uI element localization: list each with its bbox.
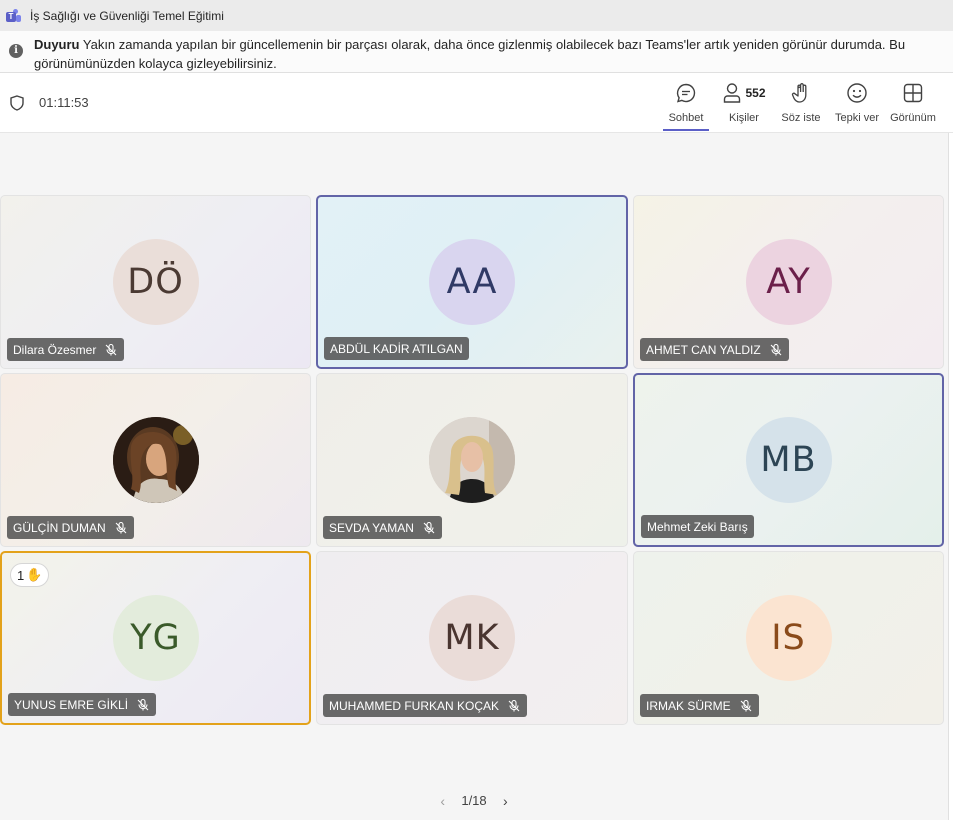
participant-name: Dilara Özesmer [13, 342, 97, 357]
chat-icon [663, 81, 709, 105]
grid-view-icon [888, 81, 938, 105]
participant-tile[interactable]: AY AHMET CAN YALDIZ [633, 195, 944, 369]
raised-hand-order: 1 [17, 567, 25, 583]
react-button[interactable]: Tepki ver [833, 81, 881, 131]
raise-hand-icon [778, 81, 824, 105]
participant-tile[interactable]: MK MUHAMMED FURKAN KOÇAK [316, 551, 628, 725]
participant-name-tag: MUHAMMED FURKAN KOÇAK [323, 694, 528, 717]
participant-tile[interactable]: GÜLÇİN DUMAN [0, 373, 311, 547]
participant-tile[interactable]: 1 ✋ YG YUNUS EMRE GİKLİ [0, 551, 311, 725]
avatar: MK [429, 595, 515, 681]
mic-off-icon [508, 699, 520, 711]
mic-off-icon [770, 343, 782, 355]
chat-label: Sohbet [668, 112, 704, 124]
previous-page-chevron-icon[interactable]: ‹ [434, 793, 452, 809]
participant-tile[interactable]: MB Mehmet Zeki Barış [633, 373, 944, 547]
banner-line-2: görünümünüzden kolayca gizleyebilirsiniz… [34, 56, 277, 71]
react-label: Tepki ver [834, 112, 880, 124]
participant-name-tag: Mehmet Zeki Barış [641, 515, 754, 538]
banner-text: Yakın zamanda yapılan bir güncellemenin … [79, 37, 906, 52]
participant-name-tag: SEVDA YAMAN [323, 516, 442, 539]
avatar: MB [745, 417, 832, 503]
mic-off-icon [137, 698, 149, 710]
raised-hand-icon: ✋ [26, 567, 43, 582]
view-label: Görünüm [890, 112, 936, 124]
participant-name-tag: ABDÜL KADİR ATILGAN [324, 337, 469, 360]
page-indicator: 1/18 [461, 793, 487, 809]
avatar-photo [112, 417, 199, 503]
emoji-icon [833, 81, 881, 105]
avatar: AA [429, 239, 515, 325]
meeting-timer: 01:11:53 [39, 95, 89, 110]
participant-name-tag: YUNUS EMRE GİKLİ [8, 693, 157, 716]
participant-name: GÜLÇİN DUMAN [13, 520, 106, 535]
participant-name: IRMAK SÜRME [646, 698, 731, 713]
info-icon: i [9, 44, 23, 58]
meeting-toolbar: 01:11:53 Sohbet 552 Kişiler Söz iste Tep… [0, 73, 953, 133]
title-bar: T İş Sağlığı ve Güvenliği Temel Eğitimi [0, 0, 953, 31]
announcement-banner: i Duyuru Yakın zamanda yapılan bir günce… [0, 31, 953, 73]
avatar: IS [745, 595, 832, 681]
next-page-chevron-icon[interactable]: › [496, 793, 514, 809]
raise-hand-button[interactable]: Söz iste [778, 81, 824, 131]
participant-name: Mehmet Zeki Barış [647, 519, 748, 534]
people-count: 552 [745, 86, 766, 100]
avatar: AY [745, 239, 832, 325]
participant-name: AHMET CAN YALDIZ [646, 342, 761, 357]
people-label: Kişiler [729, 112, 759, 124]
avatar: DÖ [112, 239, 199, 325]
participant-tile[interactable]: AA ABDÜL KADİR ATILGAN [316, 195, 628, 369]
people-icon [724, 83, 741, 103]
mic-off-icon [423, 521, 435, 533]
teams-logo-icon: T [6, 8, 21, 23]
participant-name-tag: IRMAK SÜRME [640, 694, 759, 717]
participant-name-tag: GÜLÇİN DUMAN [7, 516, 134, 539]
mic-off-icon [115, 521, 127, 533]
people-button[interactable]: 552 Kişiler [718, 81, 770, 131]
avatar: YG [112, 595, 199, 681]
participant-tile[interactable]: SEVDA YAMAN [316, 373, 628, 547]
participant-tile[interactable]: DÖ Dilara Özesmer [0, 195, 311, 369]
view-button[interactable]: Görünüm [888, 81, 938, 131]
participant-name: SEVDA YAMAN [329, 520, 414, 535]
raise-hand-label: Söz iste [781, 112, 821, 124]
shield-icon[interactable] [10, 95, 24, 111]
avatar-photo [429, 417, 515, 503]
gallery-pager: ‹ 1/18 › [0, 792, 948, 809]
participant-name: MUHAMMED FURKAN KOÇAK [329, 698, 500, 713]
chat-button[interactable]: Sohbet [663, 81, 709, 131]
participant-name: YUNUS EMRE GİKLİ [14, 697, 129, 712]
window-title: İş Sağlığı ve Güvenliği Temel Eğitimi [30, 8, 224, 23]
participant-name-tag: Dilara Özesmer [7, 338, 125, 361]
participant-name: ABDÜL KADİR ATILGAN [330, 341, 463, 356]
banner-label: Duyuru [34, 37, 80, 52]
participant-tile[interactable]: IS IRMAK SÜRME [633, 551, 944, 725]
side-panel-edge [948, 133, 953, 820]
banner-line-1: Duyuru Yakın zamanda yapılan bir güncell… [34, 35, 953, 54]
mic-off-icon [740, 699, 752, 711]
participant-name-tag: AHMET CAN YALDIZ [640, 338, 789, 361]
mic-off-icon [105, 343, 117, 355]
raised-hand-badge: 1 ✋ [10, 563, 50, 587]
